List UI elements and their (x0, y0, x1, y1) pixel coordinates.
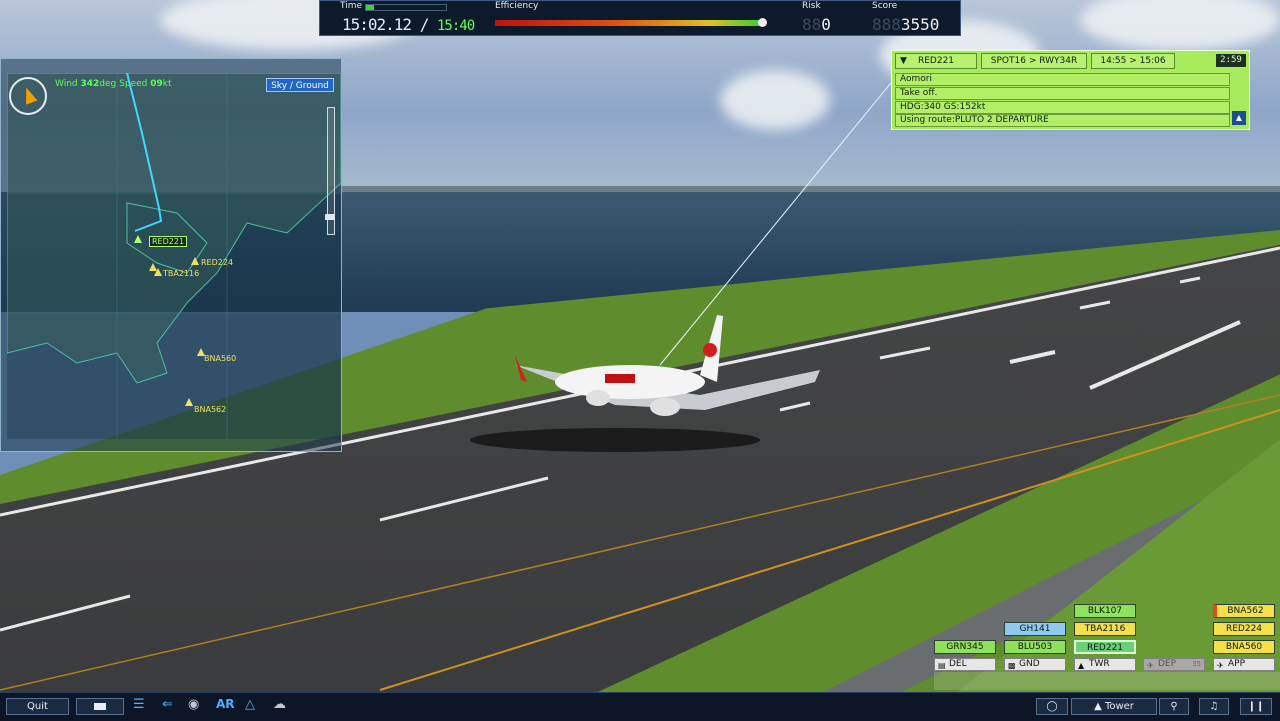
strip-twr-2[interactable]: TBA2116 (1074, 622, 1136, 636)
search-icon: ⚲ (1170, 701, 1178, 712)
search-button[interactable]: ⚲ (1159, 698, 1189, 715)
slider-handle[interactable] (325, 214, 335, 220)
time-label: Time (340, 1, 363, 11)
time-value: 15:02.12 / 15:40 (342, 15, 475, 34)
radar-panel[interactable]: Wind 342deg Speed 09kt Sky / Ground RED2… (0, 58, 342, 452)
music-icon: ♫ (1209, 701, 1219, 712)
ar-button[interactable]: AR (216, 697, 235, 711)
info-route: SPOT16 > RWY34R (981, 53, 1087, 69)
pause-button[interactable]: ❙❙ (1240, 698, 1272, 715)
aircraft-icon[interactable] (134, 235, 142, 243)
radar-aircraft-bna560[interactable]: BNA560 (204, 354, 236, 363)
departure-icon: ✈ (1147, 661, 1154, 670)
coastline-map (7, 73, 341, 439)
tab-gnd[interactable]: ▩ GND (1004, 658, 1066, 671)
arrival-icon: ✈ (1217, 661, 1224, 670)
radar-icon[interactable]: △ (245, 697, 255, 712)
tab-dep[interactable]: ✈ DEP 35 (1143, 658, 1205, 671)
window-button[interactable] (76, 698, 124, 715)
window-icon (94, 703, 106, 710)
strip-twr-3[interactable]: RED221 (1074, 640, 1136, 654)
time-progress (365, 4, 447, 11)
info-callsign: ▼ RED221 (895, 53, 977, 69)
current-time: 15:02.12 (342, 15, 412, 34)
zoom-slider[interactable] (325, 107, 335, 235)
efficiency-bar (495, 20, 763, 26)
car-icon: ▩ (1008, 661, 1016, 670)
tower-icon: ▲ (1094, 701, 1105, 712)
tab-del[interactable]: ▤ DEL (934, 658, 996, 671)
info-times: 14:55 > 15:06 (1091, 53, 1175, 69)
strip-gnd-2[interactable]: BLU503 (1004, 640, 1066, 654)
radar-aircraft-tba2116[interactable]: TBA2116 (163, 269, 199, 278)
status-bar: Time 15:02.12 / 15:40 Efficiency Risk 88… (319, 0, 961, 36)
quit-button[interactable]: Quit (6, 698, 69, 715)
score-value: 3550 (900, 15, 940, 34)
info-route-note: Using route:PLUTO 2 DEPARTURE (895, 114, 1230, 127)
info-heading-speed: HDG:340 GS:152kt (895, 101, 1230, 114)
aircraft-icon[interactable] (154, 268, 162, 276)
aircraft-red221[interactable] (455, 310, 835, 470)
risk-value: 0 (821, 15, 831, 34)
radar-aircraft-bna562[interactable]: BNA562 (194, 405, 226, 414)
aircraft-icon[interactable] (191, 257, 199, 265)
pause-icon: ❙❙ (1247, 701, 1265, 712)
tab-twr[interactable]: ▲ TWR (1074, 658, 1136, 671)
radar-map[interactable] (7, 73, 341, 439)
efficiency-indicator (758, 18, 767, 27)
target-time: 15:40 (436, 18, 475, 34)
binoculars-icon: ◯ (1046, 701, 1058, 712)
strip-app-3[interactable]: BNA560 (1213, 640, 1275, 654)
aircraft-icon[interactable] (185, 398, 193, 406)
strip-twr-1[interactable]: BLK107 (1074, 604, 1136, 618)
countdown-timer: 2:59 (1216, 54, 1246, 67)
up-arrow-icon[interactable]: ▲ (1232, 111, 1246, 125)
binoculars-button[interactable]: ◯ (1036, 698, 1068, 715)
tower-icon: ▼ (900, 56, 907, 66)
info-destination: Aomori (895, 73, 1230, 86)
list-icon[interactable]: ☰ (133, 697, 145, 712)
efficiency-label: Efficiency (495, 1, 539, 11)
flight-info-panel[interactable]: ▼ RED221 SPOT16 > RWY34R 14:55 > 15:06 2:… (891, 50, 1250, 130)
weather-icon[interactable]: ☁ (273, 697, 286, 712)
tower-view-button[interactable]: ▲ Tower (1071, 698, 1157, 715)
document-icon: ▤ (938, 661, 946, 670)
info-status: Take off. (895, 87, 1230, 100)
time-separator: / (419, 15, 430, 34)
music-button[interactable]: ♫ (1199, 698, 1229, 715)
radar-aircraft-red221[interactable]: RED221 (149, 236, 188, 247)
strip-tray (934, 672, 1280, 690)
score-label: Score (872, 1, 898, 11)
wind-readout: Wind 342deg Speed 09kt (55, 79, 172, 89)
flight-info-header: ▼ RED221 SPOT16 > RWY34R 14:55 > 15:06 (895, 53, 1246, 70)
strip-gnd-1[interactable]: GH141 (1004, 622, 1066, 636)
compass-icon (9, 77, 47, 115)
radar-aircraft-red224[interactable]: RED224 (201, 258, 233, 267)
strip-app-2[interactable]: RED224 (1213, 622, 1275, 636)
bottom-toolbar: Quit ☰ ⇐ ◉ AR △ ☁ ◯ ▲ Tower ⚲ ♫ ❙❙ (0, 692, 1280, 721)
tower-icon: ▲ (1078, 661, 1085, 670)
dep-count: 35 (1192, 660, 1201, 668)
sky-ground-toggle[interactable]: Sky / Ground (266, 78, 334, 92)
strip-del-1[interactable]: GRN345 (934, 640, 996, 654)
runway-icon[interactable]: ⇐ (162, 697, 173, 712)
strip-app-1[interactable]: BNA562 (1213, 604, 1275, 618)
tab-app[interactable]: ✈ APP (1213, 658, 1275, 671)
chat-icon[interactable]: ◉ (188, 697, 199, 712)
risk-label: Risk (802, 1, 821, 11)
